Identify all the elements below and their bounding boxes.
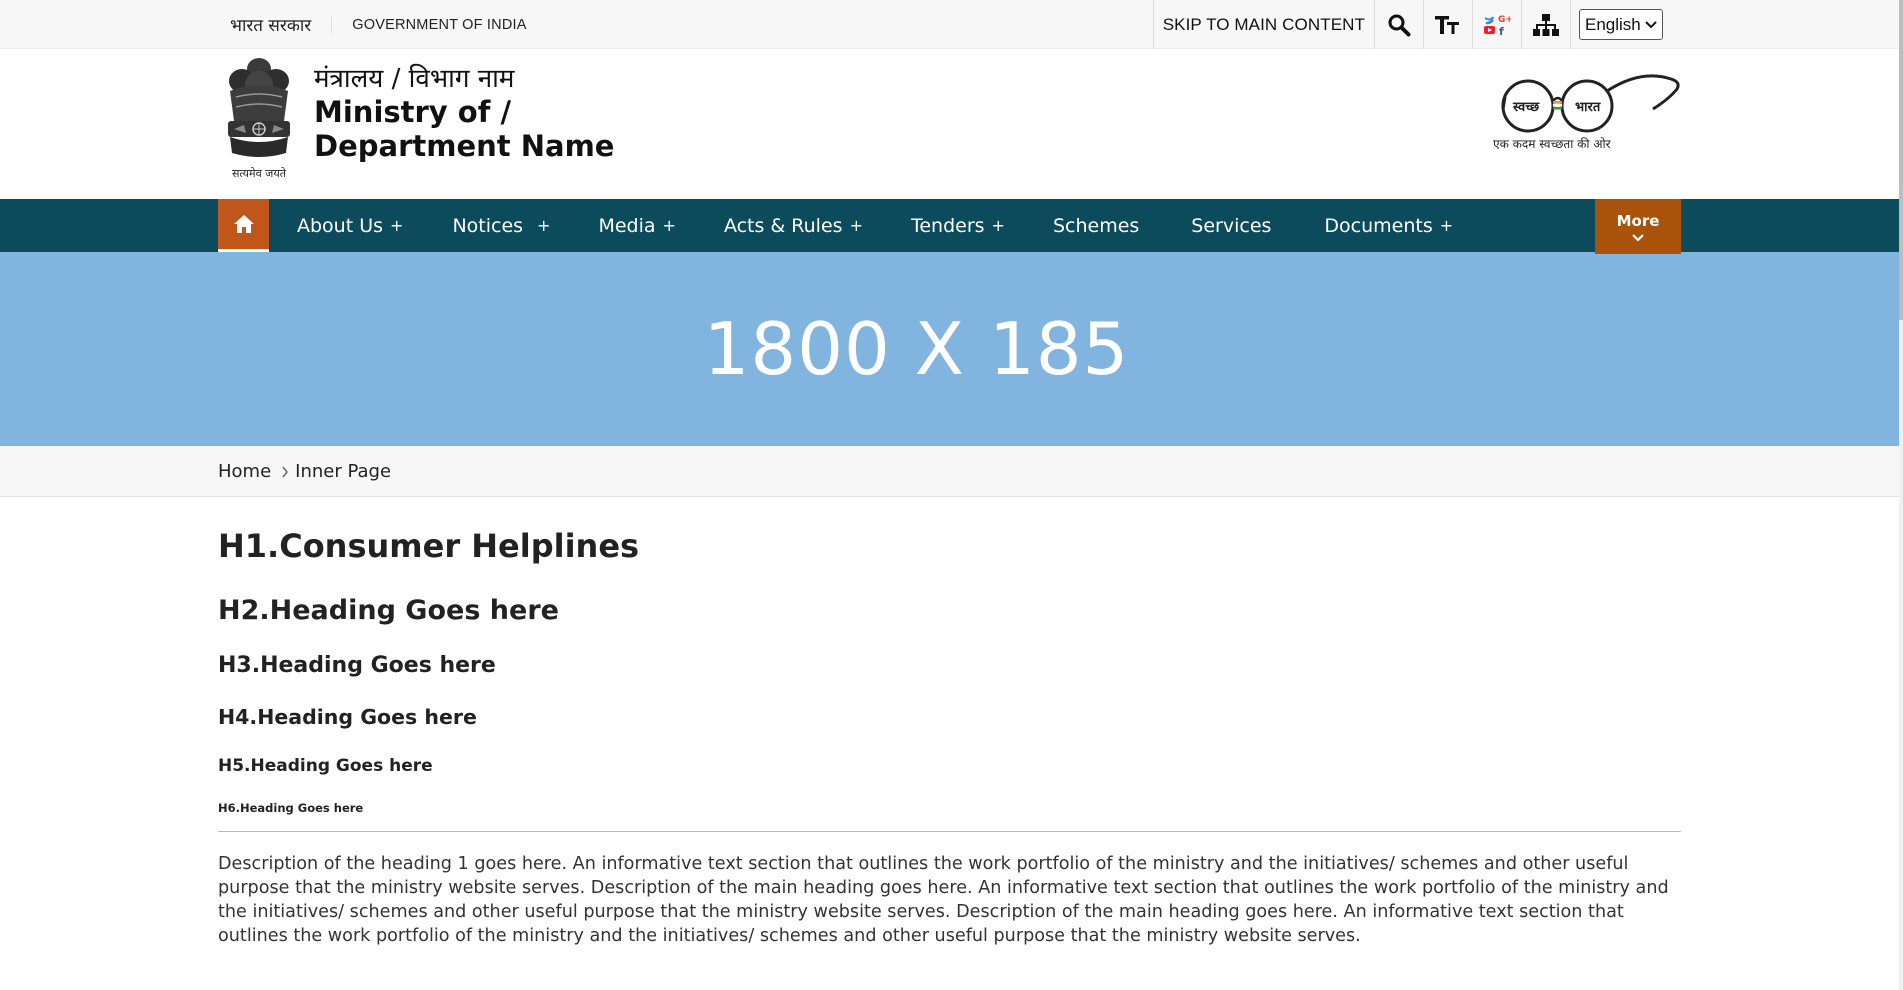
nav-item-label: Documents	[1324, 214, 1433, 237]
heading-4: H4.Heading Goes here	[218, 705, 477, 729]
heading-5: H5.Heading Goes here	[218, 756, 433, 776]
swachh-right-text: भारत	[1575, 100, 1601, 115]
text-size-icon	[1435, 15, 1459, 34]
breadcrumb-current: Inner Page	[295, 461, 392, 482]
language-select[interactable]: English	[1579, 9, 1663, 40]
sitemap-icon	[1533, 13, 1559, 36]
emblem-caption: सत्यमेव जयते	[231, 167, 286, 180]
nav-expand-icon: +	[1439, 216, 1454, 235]
chevron-down-icon	[1645, 20, 1657, 28]
main-navigation: About Us + Notices + Media + Acts & Rule…	[0, 199, 1903, 254]
nav-item-acts-rules[interactable]: Acts & Rules +	[696, 199, 883, 252]
nav-more-label: More	[1616, 211, 1660, 230]
language-value: English	[1585, 14, 1641, 34]
scrollbar-thumb[interactable]	[1899, 0, 1903, 320]
nav-item-about-us[interactable]: About Us +	[269, 199, 423, 252]
ministry-name-block: मंत्रालय / विभाग नाम Ministry of / Depar…	[314, 51, 614, 163]
government-identity: भारत सरकार GOVERNMENT OF INDIA	[218, 13, 527, 36]
main-content: H1.Consumer Helplines H2.Heading Goes he…	[0, 497, 1903, 948]
chevron-right-icon	[282, 466, 289, 477]
nav-expand-icon: +	[991, 216, 1005, 235]
description-paragraph: Description of the heading 1 goes here. …	[218, 854, 1669, 946]
nav-item-documents[interactable]: Documents +	[1297, 199, 1473, 252]
nav-expand-icon: +	[849, 216, 863, 235]
nav-expand-icon: +	[662, 216, 676, 235]
swachh-bharat-glasses-icon: स्वच्छ भारत	[1501, 74, 1680, 133]
nav-item-label: Media	[598, 214, 656, 237]
ministry-brand[interactable]: सत्यमेव जयते मंत्रालय / विभाग नाम Minist…	[218, 49, 614, 199]
ministry-name-hindi: मंत्रालय / विभाग नाम	[314, 64, 515, 94]
nav-item-notices[interactable]: Notices +	[423, 199, 574, 252]
inner-page-banner: 1800 X 185	[0, 252, 1903, 446]
utility-links: SKIP TO MAIN CONTENT G+ f English	[1152, 0, 1681, 49]
skip-to-main-content-link[interactable]: SKIP TO MAIN CONTENT	[1152, 0, 1374, 49]
government-english-label: GOVERNMENT OF INDIA	[331, 16, 526, 33]
ashoka-emblem-icon	[228, 58, 290, 157]
breadcrumb: Home Inner Page	[0, 446, 1903, 497]
nav-home-button[interactable]	[218, 199, 269, 252]
search-icon	[1388, 14, 1411, 36]
nav-item-media[interactable]: Media +	[574, 199, 695, 252]
national-emblem: सत्यमेव जयते	[218, 51, 300, 181]
page-scrollbar[interactable]	[1899, 0, 1903, 990]
ministry-name-english-line2: Department Name	[314, 129, 615, 163]
heading-3: H3.Heading Goes here	[218, 653, 496, 678]
sitemap-button[interactable]	[1521, 0, 1570, 49]
heading-1: H1.Consumer Helplines	[218, 527, 640, 565]
nav-item-label: About Us	[297, 214, 384, 237]
nav-more-button[interactable]: More	[1595, 199, 1681, 254]
nav-item-label: Schemes	[1052, 214, 1140, 237]
nav-item-schemes[interactable]: Schemes	[1025, 199, 1165, 252]
nav-item-services[interactable]: Services	[1165, 199, 1297, 252]
text-size-button[interactable]	[1423, 0, 1472, 49]
nav-item-label: Services	[1191, 214, 1272, 237]
language-selector-wrap: English	[1570, 0, 1681, 49]
breadcrumb-home-link[interactable]: Home	[218, 461, 271, 482]
government-hindi-label: भारत सरकार	[230, 16, 312, 36]
content-divider	[218, 831, 1681, 832]
swachh-left-text: स्वच्छ	[1512, 100, 1540, 115]
svg-text:f: f	[1499, 25, 1504, 38]
heading-6: H6.Heading Goes here	[218, 801, 364, 815]
nav-item-label: Notices	[452, 214, 524, 237]
swachh-bharat-logo[interactable]: स्वच्छ भारत एक कदम स्वच्छता की ओर	[1481, 49, 1681, 199]
heading-2: H2.Heading Goes here	[218, 595, 559, 626]
nav-item-tenders[interactable]: Tenders +	[883, 199, 1025, 252]
social-media-button[interactable]: G+ f	[1472, 0, 1521, 49]
banner-placeholder-text: 1800 X 185	[703, 307, 1130, 391]
home-icon	[233, 215, 254, 233]
top-bar: भारत सरकार GOVERNMENT OF INDIA SKIP TO M…	[0, 0, 1903, 49]
svg-text:G+: G+	[1498, 15, 1511, 25]
search-button[interactable]	[1374, 0, 1423, 49]
chevron-down-icon	[1632, 233, 1644, 242]
nav-expand-icon: +	[390, 216, 404, 235]
ministry-name-english-line1: Ministry of /	[314, 95, 512, 129]
social-media-icon: G+ f	[1484, 15, 1511, 38]
nav-item-label: Acts & Rules	[723, 214, 843, 237]
nav-item-label: Tenders	[910, 214, 985, 237]
nav-expand-icon: +	[537, 216, 551, 235]
swachh-caption: एक कदम स्वच्छता की ओर	[1493, 137, 1611, 151]
site-header: सत्यमेव जयते मंत्रालय / विभाग नाम Minist…	[0, 49, 1903, 199]
